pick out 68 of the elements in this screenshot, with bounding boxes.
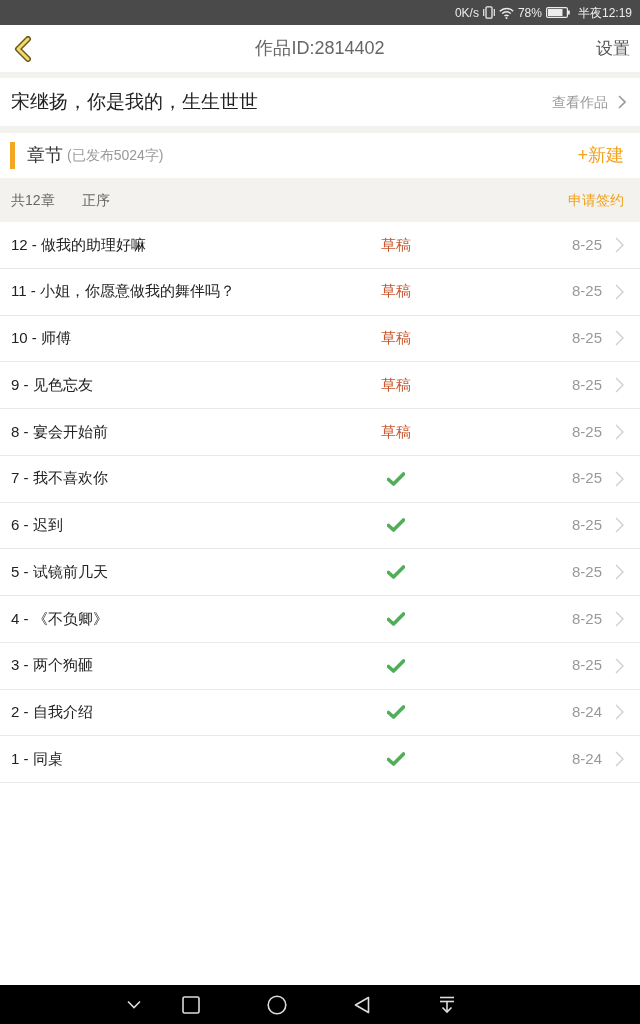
chapter-date: 8-25 [571,234,602,255]
draft-status-text: 草稿 [381,328,411,349]
check-icon [387,611,405,626]
back-icon[interactable] [14,35,32,62]
chevron-right-icon [615,517,624,534]
draft-status-text: 草稿 [381,374,411,395]
chevron-right-icon [615,470,624,487]
chevron-right-icon [615,330,624,347]
battery-percent-text: 78% [517,4,542,22]
work-title: 宋继扬，你是我的，生生世世 [11,89,258,114]
word-count-text: (已发布5024字) [67,146,164,165]
chapter-date: 8-25 [571,468,602,489]
sort-order-button[interactable]: 正序 [81,189,110,211]
draft-status-text: 草稿 [381,234,411,255]
chapter-title: 3 - 两个狗砸 [11,655,94,676]
chapter-title: 5 - 试镜前几天 [11,561,109,582]
chapter-date: 8-25 [571,421,602,442]
battery-icon [545,7,570,18]
chapter-date: 8-25 [571,374,602,395]
chevron-right-icon [615,236,624,253]
chevron-right-icon [615,657,624,674]
check-icon [387,471,405,486]
chapter-title: 9 - 见色忘友 [11,374,94,395]
chapter-title: 1 - 同桌 [11,748,64,769]
check-icon [387,518,405,533]
check-icon [387,565,405,580]
chapter-title: 2 - 自我介绍 [11,702,94,723]
vibrate-icon [482,6,495,19]
draft-status-text: 草稿 [381,421,411,442]
chapter-date: 8-24 [571,748,602,769]
network-speed-text: 0K/s [454,4,479,22]
chapter-date: 8-25 [571,561,602,582]
clock-time: 半夜12:19 [577,4,632,22]
chapter-title: 11 - 小姐，你愿意做我的舞伴吗？ [11,281,236,302]
chevron-right-icon [615,751,624,768]
chevron-right-icon [615,704,624,721]
chevron-right-icon [615,610,624,627]
chapter-date: 8-24 [571,702,602,723]
chevron-down-icon[interactable] [127,1000,141,1009]
recent-apps-icon[interactable] [182,995,200,1014]
chapter-title: 8 - 宴会开始前 [11,421,109,442]
pull-down-icon[interactable] [439,995,455,1014]
chevron-right-icon [615,564,624,581]
page-title: 作品ID:2814402 [255,37,385,60]
check-icon [387,752,405,767]
section-accent-bar [10,142,15,169]
chevron-right-icon [618,95,626,109]
chapter-title: 12 - 做我的助理好嘛 [11,234,147,255]
section-title: 章节 [27,144,63,167]
chapter-date: 8-25 [571,608,602,629]
chapter-title: 4 - 《不负卿》 [11,608,109,629]
check-icon [387,705,405,720]
settings-button[interactable]: 设置 [596,35,630,62]
chevron-right-icon [615,377,624,394]
chapter-count-text: 共12章 [11,190,55,210]
chapter-title: 6 - 迟到 [11,515,64,536]
chapter-title: 10 - 师傅 [11,328,72,349]
chevron-right-icon [615,283,624,300]
home-icon[interactable] [267,994,287,1015]
chapter-date: 8-25 [571,515,602,536]
chapter-date: 8-25 [571,328,602,349]
wifi-icon [498,6,514,19]
chapter-title: 7 - 我不喜欢你 [11,468,109,489]
check-icon [387,658,405,673]
chevron-right-icon [615,423,624,440]
chapter-date: 8-25 [571,281,602,302]
chapter-date: 8-25 [571,655,602,676]
draft-status-text: 草稿 [381,281,411,302]
